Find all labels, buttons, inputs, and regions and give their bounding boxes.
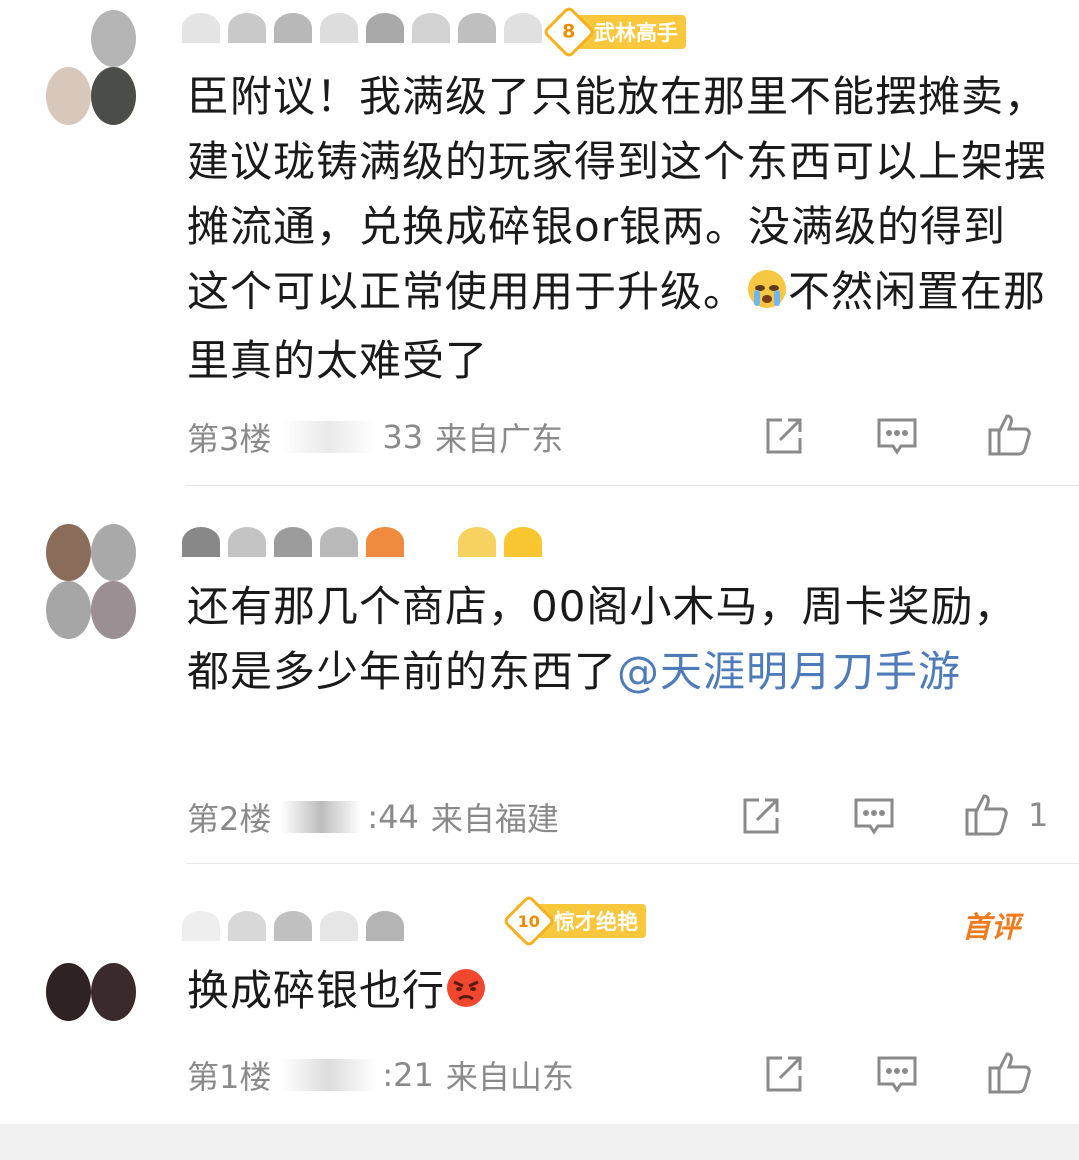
level-badge: 10 惊才绝艳 xyxy=(502,894,646,948)
time-redacted xyxy=(281,801,362,833)
avatar[interactable] xyxy=(46,10,136,125)
reply-icon[interactable] xyxy=(873,412,921,460)
avatar[interactable] xyxy=(46,524,136,639)
like-icon[interactable] xyxy=(963,790,1011,838)
comment-floor-2: 还有那几个商店，00阁小木马，周卡奖励，都是多少年前的东西了@天涯明月刀手游 第… xyxy=(0,486,1079,864)
comment-text: 还有那几个商店，00阁小木马，周卡奖励，都是多少年前的东西了@天涯明月刀手游 xyxy=(187,582,1017,696)
time-redacted xyxy=(281,1059,377,1091)
username-redacted[interactable] xyxy=(182,908,412,944)
post-location: 来自山东 xyxy=(445,1058,574,1096)
comment-text: 换成碎银也行 xyxy=(187,958,1047,1027)
mention-link[interactable]: @天涯明月刀手游 xyxy=(617,647,961,696)
comment-meta: 第1楼 :21 来自山东 xyxy=(187,1050,574,1100)
footer-bar xyxy=(0,1124,1079,1160)
like-count: 1 xyxy=(1028,796,1049,834)
level-badge-title: 武林高手 xyxy=(594,21,678,45)
level-badge-title: 惊才绝艳 xyxy=(554,910,638,934)
reply-icon[interactable] xyxy=(873,1050,921,1098)
floor-number: 第2楼 xyxy=(187,800,272,838)
share-icon[interactable] xyxy=(760,412,808,460)
reply-icon[interactable] xyxy=(850,792,898,840)
comment-meta: 第2楼 :44 来自福建 xyxy=(187,792,559,842)
post-location: 来自福建 xyxy=(430,800,559,838)
first-comment-tag: 首评 xyxy=(962,910,1021,944)
comment-floor-3: 8 武林高手 臣附议！我满级了只能放在那里不能摆摊卖，建议珑铸满级的玩家得到这个… xyxy=(0,0,1079,486)
post-time: 33 xyxy=(382,418,424,456)
comment-text: 臣附议！我满级了只能放在那里不能摆摊卖，建议珑铸满级的玩家得到这个东西可以上架摆… xyxy=(187,72,1048,385)
level-badge: 8 武林高手 xyxy=(542,5,686,59)
post-time: :21 xyxy=(382,1056,434,1094)
level-badge-icon: 10 xyxy=(502,894,556,948)
angry-emoji-icon xyxy=(445,962,487,1027)
post-time: :44 xyxy=(367,798,419,836)
comment-floor-1: 10 惊才绝艳 首评 换成碎银也行 第1楼 :21 来自山东 xyxy=(0,864,1079,1124)
share-icon[interactable] xyxy=(737,792,785,840)
floor-number: 第3楼 xyxy=(187,420,272,458)
share-icon[interactable] xyxy=(760,1050,808,1098)
post-location: 来自广东 xyxy=(435,420,564,458)
like-icon[interactable] xyxy=(986,1048,1034,1096)
username-redacted[interactable] xyxy=(182,524,542,560)
crying-emoji-icon xyxy=(746,263,788,328)
like-icon[interactable] xyxy=(986,410,1034,458)
time-redacted xyxy=(281,421,377,453)
avatar[interactable] xyxy=(46,906,136,1021)
level-badge-icon: 8 xyxy=(542,5,596,59)
username-redacted[interactable] xyxy=(182,10,542,46)
comment-meta: 第3楼 33 来自广东 xyxy=(187,412,563,462)
floor-number: 第1楼 xyxy=(187,1058,272,1096)
